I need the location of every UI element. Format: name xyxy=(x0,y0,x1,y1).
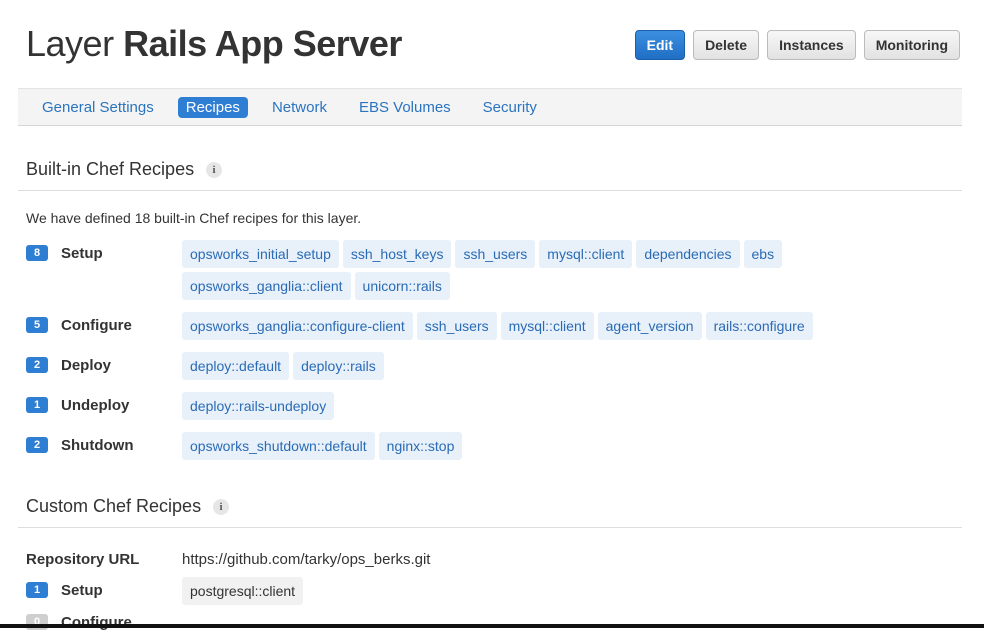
repository-url-label: Repository URL xyxy=(26,551,140,568)
delete-button[interactable]: Delete xyxy=(693,30,760,60)
recipe-chip[interactable]: ebs xyxy=(743,240,783,268)
recipe-chip[interactable]: nginx::stop xyxy=(378,432,463,460)
recipe-chip[interactable]: agent_version xyxy=(597,312,702,340)
recipe-chip[interactable]: opsworks_initial_setup xyxy=(182,240,339,268)
event-row-setup: 8 Setup opsworks_initial_setup ssh_host_… xyxy=(26,240,822,304)
tab-bar: General Settings Recipes Network EBS Vol… xyxy=(18,88,962,126)
page-header: Layer Rails App Server xyxy=(26,22,402,66)
builtin-description: We have defined 18 built-in Chef recipes… xyxy=(26,210,362,226)
recipe-chip[interactable]: ssh_host_keys xyxy=(342,240,452,268)
section-divider xyxy=(18,527,962,528)
builtin-recipes-title: Built-in Chef Recipes xyxy=(26,159,195,179)
recipe-count-badge: 1 xyxy=(26,582,48,598)
event-label: 5 Configure xyxy=(26,312,182,338)
recipe-chip[interactable]: ssh_users xyxy=(455,240,536,268)
recipe-list: opsworks_shutdown::default nginx::stop xyxy=(182,432,822,464)
recipe-list: deploy::default deploy::rails xyxy=(182,352,822,384)
event-name: Shutdown xyxy=(61,436,134,454)
repository-url-value: https://github.com/tarky/ops_berks.git xyxy=(182,551,431,568)
event-label: 0 Configure xyxy=(26,609,182,635)
recipe-list: postgresql::client xyxy=(182,577,822,609)
layer-name: Rails App Server xyxy=(123,23,402,64)
recipe-count-badge: 2 xyxy=(26,437,48,453)
section-divider xyxy=(18,190,962,191)
recipe-count-badge: 8 xyxy=(26,245,48,261)
recipe-chip[interactable]: mysql::client xyxy=(500,312,594,340)
page-title: Layer Rails App Server xyxy=(26,22,402,66)
monitoring-button[interactable]: Monitoring xyxy=(863,30,960,60)
recipe-chip[interactable]: opsworks_ganglia::configure-client xyxy=(182,312,413,340)
custom-recipes-heading: Custom Chef Recipes i xyxy=(26,496,230,517)
recipe-chip[interactable]: postgresql::client xyxy=(182,577,304,605)
action-buttons: Edit Delete Instances Monitoring xyxy=(634,30,960,60)
event-label: 8 Setup xyxy=(26,240,182,266)
tab-network[interactable]: Network xyxy=(264,97,335,118)
recipe-count-badge: 5 xyxy=(26,317,48,333)
recipe-list: opsworks_ganglia::configure-client ssh_u… xyxy=(182,312,822,344)
custom-recipes-title: Custom Chef Recipes xyxy=(26,496,202,516)
event-row-undeploy: 1 Undeploy deploy::rails-undeploy xyxy=(26,392,822,424)
tab-ebs-volumes[interactable]: EBS Volumes xyxy=(351,97,459,118)
custom-event-row-setup: 1 Setup postgresql::client xyxy=(26,577,822,609)
event-name: Setup xyxy=(61,244,103,262)
recipe-count-badge: 2 xyxy=(26,357,48,373)
recipe-chip[interactable]: dependencies xyxy=(636,240,740,268)
info-icon[interactable]: i xyxy=(206,161,223,178)
event-label: 1 Undeploy xyxy=(26,392,182,418)
recipe-chip[interactable]: deploy::rails xyxy=(293,352,384,380)
tab-security[interactable]: Security xyxy=(475,97,545,118)
recipe-chip[interactable]: opsworks_shutdown::default xyxy=(182,432,375,460)
tab-recipes[interactable]: Recipes xyxy=(177,96,248,118)
builtin-recipes-heading: Built-in Chef Recipes i xyxy=(26,159,223,180)
custom-event-row-configure: 0 Configure xyxy=(26,609,182,635)
recipe-chip[interactable]: deploy::default xyxy=(182,352,290,380)
event-name: Setup xyxy=(61,581,103,599)
event-label: 2 Deploy xyxy=(26,352,182,378)
recipe-chip[interactable]: opsworks_ganglia::client xyxy=(182,272,351,300)
event-name: Configure xyxy=(61,316,132,334)
recipe-chip[interactable]: mysql::client xyxy=(539,240,633,268)
event-label: 1 Setup xyxy=(26,577,182,603)
title-prefix: Layer xyxy=(26,23,114,64)
event-name: Deploy xyxy=(61,356,112,374)
recipe-count-badge: 1 xyxy=(26,397,48,413)
window-bottom-edge xyxy=(0,624,984,628)
recipe-chip[interactable]: ssh_users xyxy=(416,312,497,340)
event-row-deploy: 2 Deploy deploy::default deploy::rails xyxy=(26,352,822,384)
recipe-chip[interactable]: deploy::rails-undeploy xyxy=(182,392,335,420)
instances-button[interactable]: Instances xyxy=(767,30,856,60)
event-label: 2 Shutdown xyxy=(26,432,182,458)
event-row-configure: 5 Configure opsworks_ganglia::configure-… xyxy=(26,312,822,344)
recipe-chip[interactable]: rails::configure xyxy=(705,312,813,340)
recipe-list: deploy::rails-undeploy xyxy=(182,392,822,424)
edit-button[interactable]: Edit xyxy=(634,30,686,60)
recipe-chip[interactable]: unicorn::rails xyxy=(354,272,450,300)
event-row-shutdown: 2 Shutdown opsworks_shutdown::default ng… xyxy=(26,432,822,464)
info-icon[interactable]: i xyxy=(213,498,230,515)
tab-general-settings[interactable]: General Settings xyxy=(34,97,162,118)
recipe-list: opsworks_initial_setup ssh_host_keys ssh… xyxy=(182,240,822,304)
event-name: Undeploy xyxy=(61,396,130,414)
